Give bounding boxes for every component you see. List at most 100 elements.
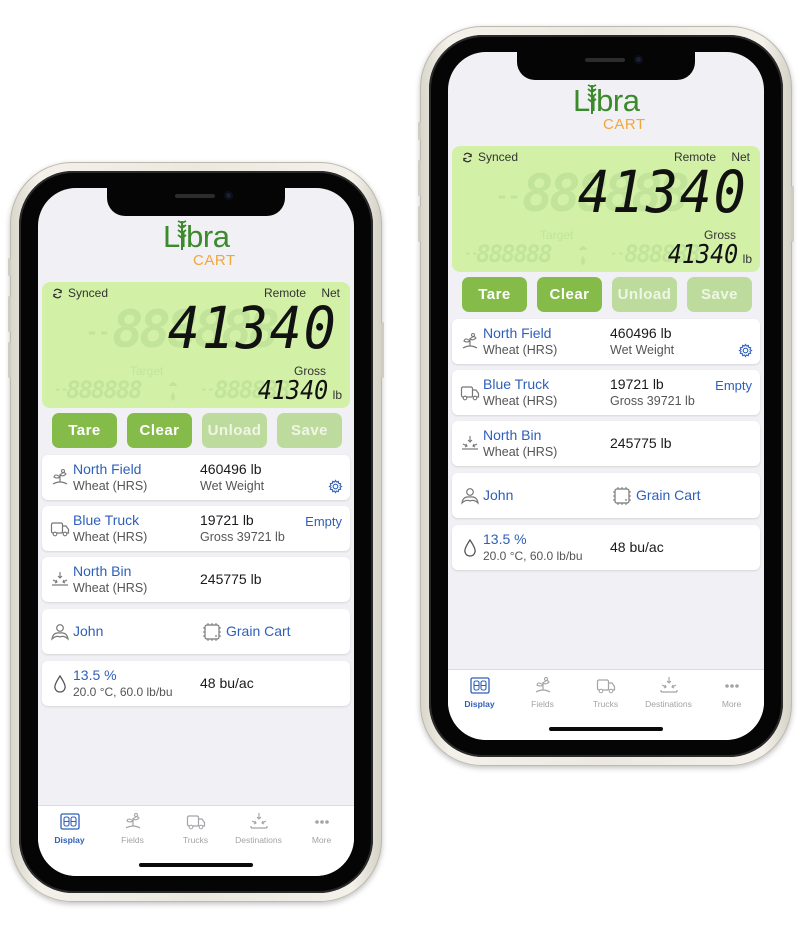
phone-right: Libra CART Synced Remote Net -- 888888 4… bbox=[418, 26, 794, 766]
bin-name[interactable]: North Bin bbox=[483, 427, 541, 443]
logo-libra-text: Libra bbox=[573, 83, 640, 118]
wheat-icon bbox=[587, 84, 597, 114]
bin-crop: Wheat (HRS) bbox=[483, 445, 558, 459]
power-button bbox=[791, 186, 794, 242]
net-weight-value: 41340 bbox=[168, 294, 338, 362]
plant-icon bbox=[52, 469, 68, 485]
bin-card[interactable]: North Bin Wheat (HRS) 245775 lb bbox=[452, 421, 760, 466]
target-ghost-digits: 888888 bbox=[66, 376, 143, 404]
tab-more[interactable]: More bbox=[700, 676, 763, 709]
tab-display[interactable]: Display bbox=[38, 812, 101, 845]
truck-gross: Gross 39721 lb bbox=[610, 394, 695, 408]
sync-icon bbox=[463, 152, 472, 162]
tab-fields[interactable]: Fields bbox=[101, 812, 164, 845]
clear-button[interactable]: Clear bbox=[127, 413, 192, 448]
sync-status[interactable]: Synced bbox=[52, 286, 108, 300]
field-card[interactable]: North Field Wheat (HRS) 460496 lb Wet We… bbox=[452, 319, 760, 364]
chip-icon bbox=[203, 623, 221, 641]
gear-icon[interactable] bbox=[328, 479, 343, 494]
tab-bar: Display Fields Trucks Destinations More bbox=[448, 669, 764, 740]
app-screen: Libra CART Synced Remote Net -- 888888 4… bbox=[448, 52, 764, 740]
truck-card[interactable]: Blue Truck Wheat (HRS) 19721 lb Gross 39… bbox=[452, 370, 760, 415]
display-88-icon bbox=[59, 813, 80, 830]
field-weight: 460496 lb bbox=[200, 461, 262, 477]
tab-trucks[interactable]: Trucks bbox=[574, 676, 637, 709]
tare-button[interactable]: Tare bbox=[52, 413, 117, 448]
bin-card[interactable]: North Bin Wheat (HRS) 245775 lb bbox=[42, 557, 350, 602]
scale-display: Synced Remote Net -- 888888 41340 Target… bbox=[452, 146, 760, 272]
person-icon bbox=[461, 488, 479, 505]
tab-destinations[interactable]: Destinations bbox=[637, 676, 700, 709]
plant-icon bbox=[535, 677, 550, 693]
device-name[interactable]: Grain Cart bbox=[636, 487, 701, 503]
tab-more[interactable]: More bbox=[290, 812, 353, 845]
plant-icon bbox=[462, 333, 478, 349]
operator-card[interactable]: John Grain Cart bbox=[452, 473, 760, 518]
home-indicator[interactable] bbox=[549, 727, 663, 731]
volume-down-button bbox=[418, 206, 421, 242]
tare-button[interactable]: Tare bbox=[462, 277, 527, 312]
tab-trucks-label: Trucks bbox=[592, 699, 619, 709]
truck-name[interactable]: Blue Truck bbox=[483, 376, 549, 392]
truck-crop: Wheat (HRS) bbox=[483, 394, 558, 408]
sync-label: Synced bbox=[68, 286, 109, 300]
tab-fields[interactable]: Fields bbox=[511, 676, 574, 709]
app-screen: Libra CART Synced Remote Net -- 888888 4… bbox=[38, 188, 354, 876]
gear-icon[interactable] bbox=[738, 343, 753, 358]
operator-name[interactable]: John bbox=[73, 623, 103, 639]
device-name[interactable]: Grain Cart bbox=[226, 623, 291, 639]
field-name[interactable]: North Field bbox=[73, 461, 141, 477]
net-weight-value: 41340 bbox=[578, 158, 748, 226]
phone-left: Libra CART Synced Remote Net -- 888888 4… bbox=[8, 162, 384, 902]
logo-cart-text: CART bbox=[603, 116, 646, 133]
truck-name[interactable]: Blue Truck bbox=[73, 512, 139, 528]
truck-icon bbox=[50, 522, 70, 537]
moisture-card[interactable]: 13.5 % 20.0 °C, 60.0 lb/bu 48 bu/ac bbox=[452, 525, 760, 570]
empty-truck-button[interactable]: Empty bbox=[305, 514, 342, 529]
field-card[interactable]: North Field Wheat (HRS) 460496 lb Wet We… bbox=[42, 455, 350, 500]
drop-icon bbox=[54, 674, 66, 693]
tab-fields-label: Fields bbox=[531, 699, 554, 709]
target-ghost-digits: 888888 bbox=[476, 240, 553, 268]
save-button[interactable]: Save bbox=[277, 413, 342, 448]
scale-display: Synced Remote Net -- 888888 41340 Target… bbox=[42, 282, 350, 408]
more-dots-icon bbox=[314, 820, 329, 824]
volume-down-button bbox=[8, 342, 11, 378]
tab-destinations[interactable]: Destinations bbox=[227, 812, 290, 845]
save-button[interactable]: Save bbox=[687, 277, 752, 312]
unload-button[interactable]: Unload bbox=[612, 277, 677, 312]
moisture-card[interactable]: 13.5 % 20.0 °C, 60.0 lb/bu 48 bu/ac bbox=[42, 661, 350, 706]
tab-more-label: More bbox=[721, 699, 742, 709]
bin-name[interactable]: North Bin bbox=[73, 563, 131, 579]
tab-display[interactable]: Display bbox=[448, 676, 511, 709]
gross-ghost-dash: -- bbox=[610, 246, 625, 260]
field-name[interactable]: North Field bbox=[483, 325, 551, 341]
bin-unload-icon bbox=[249, 813, 268, 829]
chip-icon bbox=[613, 487, 631, 505]
logo-libra-text: Libra bbox=[163, 219, 230, 254]
bin-unload-icon bbox=[659, 677, 678, 693]
sync-status[interactable]: Synced bbox=[462, 150, 518, 164]
truck-card[interactable]: Blue Truck Wheat (HRS) 19721 lb Gross 39… bbox=[42, 506, 350, 551]
truck-icon bbox=[460, 386, 480, 401]
field-crop: Wheat (HRS) bbox=[73, 479, 148, 493]
lcd-ghost-dash: -- bbox=[496, 184, 521, 208]
bin-unload-icon bbox=[52, 572, 68, 586]
empty-truck-button[interactable]: Empty bbox=[715, 378, 752, 393]
tab-more-label: More bbox=[311, 835, 332, 845]
mute-switch bbox=[8, 258, 11, 276]
clear-button[interactable]: Clear bbox=[537, 277, 602, 312]
logo-cart-text: CART bbox=[193, 252, 236, 269]
moisture-value[interactable]: 13.5 % bbox=[483, 531, 527, 547]
unload-button[interactable]: Unload bbox=[202, 413, 267, 448]
operator-name[interactable]: John bbox=[483, 487, 513, 503]
target-indicator-icon bbox=[169, 382, 177, 401]
tab-trucks[interactable]: Trucks bbox=[164, 812, 227, 845]
moisture-value[interactable]: 13.5 % bbox=[73, 667, 117, 683]
tab-bar: Display Fields Trucks Destinations More bbox=[38, 805, 354, 876]
libra-cart-logo: Libra CART bbox=[141, 218, 251, 278]
home-indicator[interactable] bbox=[139, 863, 253, 867]
operator-card[interactable]: John Grain Cart bbox=[42, 609, 350, 654]
libra-cart-logo: Libra CART bbox=[551, 82, 661, 142]
field-weight-type: Wet Weight bbox=[610, 343, 675, 357]
